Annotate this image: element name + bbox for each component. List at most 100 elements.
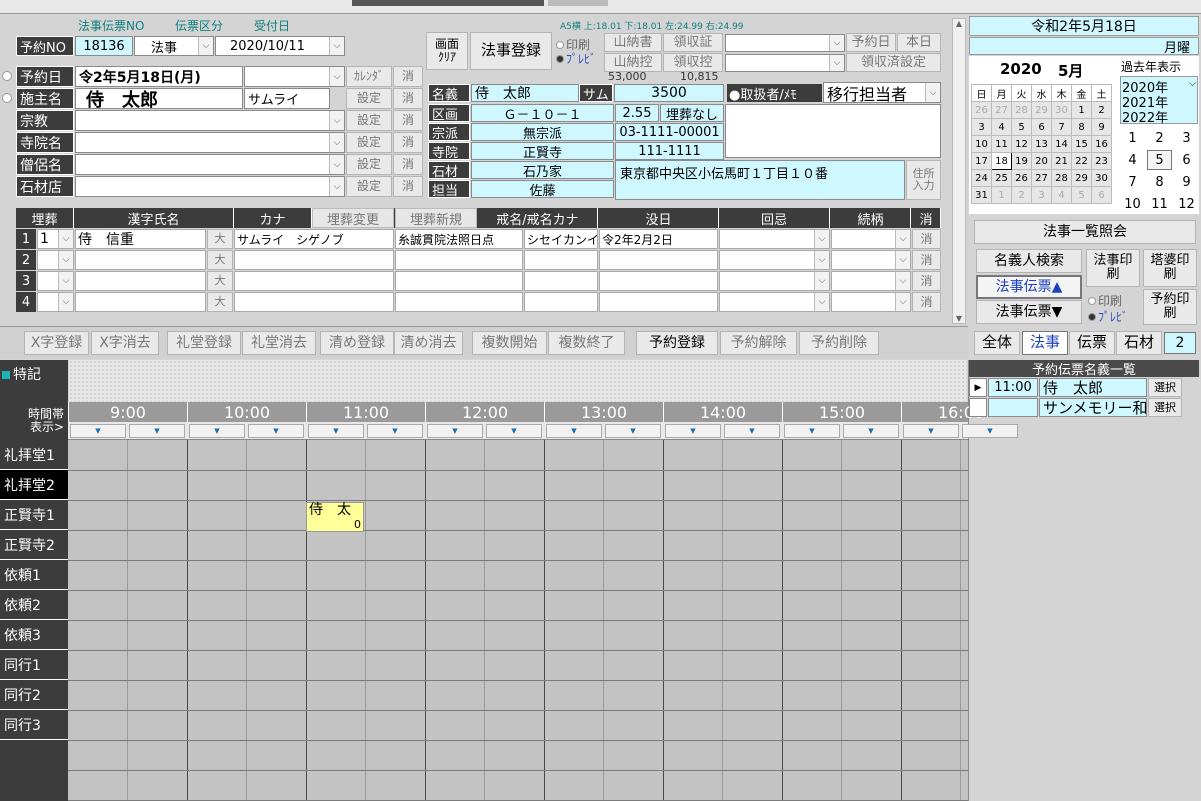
clear-button-2[interactable]: 消 <box>393 110 423 131</box>
toolbar-button-3[interactable]: 礼堂消去 <box>242 331 316 355</box>
half-hour-marker-icon[interactable]: ▼ <box>427 424 483 438</box>
calendar-day[interactable]: 13 <box>1031 135 1052 153</box>
filter-tab-0[interactable]: 全体 <box>974 331 1020 355</box>
chevron-down-icon[interactable]: ⌵ <box>58 230 73 248</box>
calendar-day[interactable]: 5 <box>1011 118 1032 136</box>
row-delete-button[interactable]: 消 <box>912 229 941 249</box>
calendar-day[interactable]: 30 <box>1091 169 1112 187</box>
memorial-select[interactable]: ⌵ <box>719 292 830 312</box>
form-select-5[interactable]: ⌵ <box>75 176 345 197</box>
radio-icon[interactable] <box>556 40 564 49</box>
reserve-name[interactable]: サンメモリー和 <box>1039 398 1147 417</box>
calendar-day[interactable]: 24 <box>971 169 992 187</box>
month-button[interactable]: 2 <box>1147 128 1172 148</box>
clear-button-3[interactable]: 消 <box>393 132 423 153</box>
chevron-down-icon[interactable]: ⌵ <box>329 133 344 152</box>
half-hour-marker-icon[interactable]: ▼ <box>70 424 126 438</box>
row-delete-button[interactable]: 消 <box>912 271 941 291</box>
relation-select[interactable]: ⌵ <box>831 250 911 270</box>
burial-select[interactable]: 1 ⌵ <box>37 229 74 249</box>
hoji-list-query-button[interactable]: 法事一覧照会 <box>974 220 1196 244</box>
preview-radio[interactable]: ﾌﾟﾚﾋﾞ <box>556 50 596 67</box>
half-hour-marker-icon[interactable]: ▼ <box>724 424 780 438</box>
scroll-up-icon[interactable]: ▲ <box>953 19 965 28</box>
kaimyo-field[interactable]: 糸誠貫院法照日点 <box>395 229 523 249</box>
chevron-down-icon[interactable]: ⌵ <box>829 55 844 71</box>
calendar-day[interactable]: 27 <box>991 101 1012 119</box>
toolbar-button-6[interactable]: 複数開始 <box>472 331 547 355</box>
chevron-down-icon[interactable]: ⌵ <box>814 272 829 290</box>
death-date-field[interactable] <box>599 292 718 312</box>
calendar-day[interactable]: 2 <box>1091 101 1112 119</box>
relation-select[interactable]: ⌵ <box>831 292 911 312</box>
chevron-down-icon[interactable]: ⌵ <box>814 251 829 269</box>
month-button[interactable]: 12 <box>1174 194 1199 214</box>
chevron-down-icon[interactable]: ⌵ <box>58 272 73 290</box>
chevron-down-icon[interactable]: ⌵ <box>925 83 940 102</box>
reception-date-select[interactable]: 2020/10/11 ⌵ <box>215 36 345 56</box>
calendar-day[interactable]: 29 <box>1071 169 1092 187</box>
calendar-day[interactable]: 31 <box>971 186 992 204</box>
filter-tab-1[interactable]: 法事 <box>1022 331 1068 355</box>
chevron-down-icon[interactable]: ⌵ <box>329 177 344 196</box>
month-button[interactable]: 4 <box>1120 150 1145 170</box>
clear-button-5[interactable]: 消 <box>393 176 423 197</box>
dai-button[interactable]: 大 <box>207 292 233 312</box>
calendar-day[interactable]: 29 <box>1031 101 1052 119</box>
kana-field[interactable]: サムライ シゲノブ <box>234 229 394 249</box>
settings-button-2[interactable]: 設定 <box>346 110 392 131</box>
half-hour-marker-icon[interactable]: ▼ <box>962 424 1018 438</box>
month-button[interactable]: 10 <box>1120 194 1145 214</box>
register-hoji-button[interactable]: 法事登録 <box>470 32 552 70</box>
calendar-day[interactable]: 26 <box>971 101 992 119</box>
temple-value[interactable]: 正賢寺 <box>471 142 614 160</box>
half-hour-marker-icon[interactable]: ▼ <box>129 424 185 438</box>
half-hour-marker-icon[interactable]: ▼ <box>308 424 364 438</box>
calendar-day[interactable]: 18 <box>991 152 1012 170</box>
death-date-field[interactable]: 令2年2月2日 <box>599 229 718 249</box>
chevron-down-icon[interactable]: ⌵ <box>329 67 344 86</box>
kana-field[interactable] <box>234 292 394 312</box>
calendar-day[interactable]: 19 <box>1011 152 1032 170</box>
toolbar-button-7[interactable]: 複数終了 <box>548 331 625 355</box>
half-hour-marker-icon[interactable]: ▼ <box>189 424 245 438</box>
calendar-day[interactable]: 9 <box>1091 118 1112 136</box>
chevron-down-icon[interactable]: ⌵ <box>814 293 829 311</box>
month-button[interactable]: 8 <box>1147 172 1172 192</box>
half-hour-marker-icon[interactable]: ▼ <box>903 424 959 438</box>
month-button[interactable]: 3 <box>1174 128 1199 148</box>
right-print-radio[interactable]: 印刷 <box>1088 292 1122 309</box>
row-delete-button[interactable]: 消 <box>912 292 941 312</box>
chevron-down-icon[interactable]: ⌵ <box>814 230 829 248</box>
month-button[interactable]: 7 <box>1120 172 1145 192</box>
chevron-down-icon[interactable]: ⌵ <box>895 251 910 269</box>
chevron-down-icon[interactable]: ⌵ <box>829 35 844 51</box>
owner-name-field[interactable]: 侍 太郎 <box>75 88 243 109</box>
toolbar-button-9[interactable]: 予約解除 <box>720 331 797 355</box>
form-select-2[interactable]: ⌵ <box>75 110 345 131</box>
kaimyo-kana-field[interactable]: シセイカンイ <box>524 229 598 249</box>
half-hour-marker-icon[interactable]: ▼ <box>248 424 304 438</box>
toolbar-button-0[interactable]: X字登録 <box>24 331 89 355</box>
calendar-day[interactable]: 3 <box>971 118 992 136</box>
calendar-day[interactable]: 27 <box>1031 169 1052 187</box>
month-button[interactable]: 9 <box>1174 172 1199 192</box>
toolbar-button-8[interactable]: 予約登録 <box>636 331 718 355</box>
calendar-day[interactable]: 6 <box>1091 186 1112 204</box>
reserve-date-field[interactable]: 令2年5月18日(月) <box>75 66 243 87</box>
calendar-day[interactable]: 20 <box>1031 152 1052 170</box>
clear-screen-button[interactable]: 画面 ｸﾘｱ <box>426 32 468 70</box>
burial-select[interactable]: ⌵ <box>37 250 74 270</box>
sannou-button[interactable]: 山納書 <box>604 33 662 52</box>
filter-tab-2[interactable]: 伝票 <box>1069 331 1115 355</box>
chevron-down-icon[interactable]: ⌵ <box>329 111 344 130</box>
calendar-day[interactable]: 28 <box>1011 101 1032 119</box>
half-hour-marker-icon[interactable]: ▼ <box>486 424 542 438</box>
reserve-time-select[interactable]: ⌵ <box>244 66 345 87</box>
half-hour-marker-icon[interactable]: ▼ <box>605 424 661 438</box>
calendar-day[interactable]: 16 <box>1091 135 1112 153</box>
receipt-settings-button[interactable]: 領収済設定 <box>846 53 941 72</box>
chevron-down-icon[interactable]: ⌵ <box>1189 79 1196 89</box>
memo-area[interactable] <box>725 104 941 158</box>
month-button[interactable]: 1 <box>1120 128 1145 148</box>
